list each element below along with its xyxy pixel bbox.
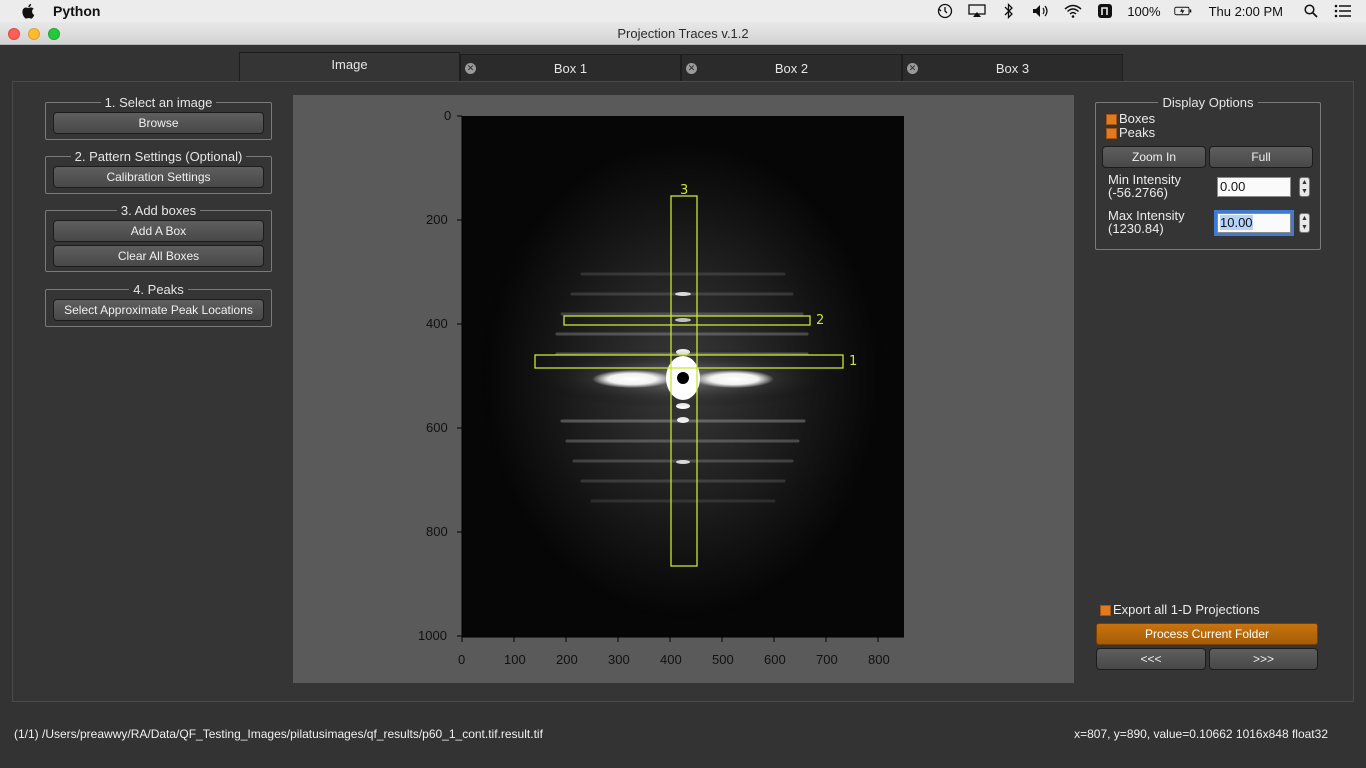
y-tick-label: 400 [426, 316, 448, 331]
box-label-1: 1 [849, 354, 857, 369]
min-intensity-input[interactable]: 0.00 [1217, 177, 1291, 197]
time-machine-icon[interactable] [936, 3, 954, 19]
max-intensity-stepper[interactable]: ▲ ▼ [1299, 213, 1310, 233]
status-pixel-info: x=807, y=890, value=0.10662 1016x848 flo… [1074, 727, 1328, 741]
apple-icon[interactable] [20, 3, 38, 19]
select-image-group: 1. Select an image Browse [45, 95, 272, 140]
add-boxes-group: 3. Add boxes Add A Box Clear All Boxes [45, 203, 272, 272]
max-intensity-range: (1230.84) [1108, 221, 1164, 236]
group-title: Display Options [1158, 95, 1258, 110]
equatorial-reflection-left [592, 370, 672, 388]
tab-bar: Image ✕ Box 1 ✕ Box 2 ✕ Box 3 [239, 52, 1123, 82]
spotlight-search-icon[interactable] [1302, 3, 1320, 19]
beam-stop [677, 372, 689, 384]
peaks-checkbox-label: Peaks [1119, 125, 1156, 140]
x-tick-label: 100 [504, 652, 526, 667]
tab-box-1[interactable]: ✕ Box 1 [460, 54, 681, 82]
browse-button[interactable]: Browse [53, 112, 264, 134]
min-intensity-stepper[interactable]: ▲ ▼ [1299, 177, 1310, 197]
process-current-folder-button[interactable]: Process Current Folder [1096, 623, 1318, 645]
x-tick-label: 0 [458, 652, 466, 667]
notification-center-icon[interactable] [1334, 3, 1352, 19]
volume-icon[interactable] [1032, 3, 1050, 19]
tab-label: Image [331, 57, 368, 72]
next-image-button[interactable]: >>> [1209, 648, 1318, 670]
zoom-in-button[interactable]: Zoom In [1102, 146, 1206, 168]
airplay-icon[interactable] [968, 3, 986, 19]
export-projections-checkbox[interactable] [1100, 605, 1111, 616]
x-tick-label: 600 [764, 652, 786, 667]
tab-box-3[interactable]: ✕ Box 3 [902, 54, 1123, 82]
previous-image-button[interactable]: <<< [1096, 648, 1206, 670]
app-menu-name[interactable]: Python [53, 3, 100, 19]
close-window-button[interactable] [8, 28, 20, 40]
peaks-group: 4. Peaks Select Approximate Peak Locatio… [45, 282, 272, 327]
boxes-checkbox-label: Boxes [1119, 111, 1156, 126]
box-label-2: 2 [816, 313, 824, 328]
add-box-button[interactable]: Add A Box [53, 220, 264, 242]
x-tick-label: 300 [608, 652, 630, 667]
menu-extra-icon[interactable] [1096, 3, 1114, 19]
y-tick-label: 200 [426, 212, 448, 227]
pattern-settings-group: 2. Pattern Settings (Optional) Calibrati… [45, 149, 272, 194]
close-tab-icon[interactable]: ✕ [907, 63, 918, 74]
minimize-window-button[interactable] [28, 28, 40, 40]
close-tab-icon[interactable]: ✕ [686, 63, 697, 74]
select-peak-locations-button[interactable]: Select Approximate Peak Locations [53, 299, 264, 321]
tab-label: Box 2 [774, 61, 809, 76]
max-intensity-value: 10.00 [1220, 215, 1253, 230]
tab-label: Box 1 [553, 61, 588, 76]
equatorial-reflection-right [694, 370, 774, 388]
group-title: 1. Select an image [100, 95, 217, 110]
bluetooth-icon[interactable] [1000, 3, 1018, 19]
y-tick-label: 600 [426, 420, 448, 435]
battery-icon[interactable] [1173, 3, 1192, 19]
close-tab-icon[interactable]: ✕ [465, 63, 476, 74]
window-titlebar: Projection Traces v.1.2 [0, 22, 1366, 45]
clear-all-boxes-button[interactable]: Clear All Boxes [53, 245, 264, 267]
x-tick-label: 800 [868, 652, 890, 667]
tab-label: Box 3 [995, 61, 1030, 76]
calibration-settings-button[interactable]: Calibration Settings [53, 166, 264, 188]
x-tick-label: 400 [660, 652, 682, 667]
boxes-checkbox[interactable] [1106, 114, 1117, 125]
window-title: Projection Traces v.1.2 [617, 26, 749, 41]
group-title: 4. Peaks [129, 282, 188, 297]
y-tick-label: 0 [444, 108, 452, 123]
battery-percent: 100% [1127, 3, 1161, 19]
clock[interactable]: Thu 2:00 PM [1209, 4, 1283, 19]
y-tick-label: 800 [426, 524, 448, 539]
status-file-path: (1/1) /Users/preawwy/RA/Data/QF_Testing_… [14, 727, 543, 741]
menu-bar: Python 100% Thu 2:00 PM [0, 0, 1366, 22]
y-tick-label: 1000 [418, 628, 447, 643]
x-tick-label: 500 [712, 652, 734, 667]
group-title: 3. Add boxes [116, 203, 201, 218]
peaks-checkbox[interactable] [1106, 128, 1117, 139]
diffraction-image[interactable]: 1 2 3 [462, 116, 904, 644]
x-tick-label: 200 [556, 652, 578, 667]
full-button[interactable]: Full [1209, 146, 1313, 168]
x-tick-label: 700 [816, 652, 838, 667]
wifi-icon[interactable] [1064, 3, 1082, 19]
tab-image[interactable]: Image [239, 52, 460, 82]
maximize-window-button[interactable] [48, 28, 60, 40]
display-options-group: Display Options Boxes Peaks Zoom In Full… [1095, 95, 1321, 250]
group-title: 2. Pattern Settings (Optional) [70, 149, 247, 164]
box-label-3: 3 [680, 183, 688, 198]
export-projections-label: Export all 1-D Projections [1113, 602, 1260, 617]
tab-box-2[interactable]: ✕ Box 2 [681, 54, 902, 82]
max-intensity-input[interactable]: 10.00 [1214, 210, 1294, 236]
min-intensity-range: (-56.2766) [1108, 185, 1168, 200]
